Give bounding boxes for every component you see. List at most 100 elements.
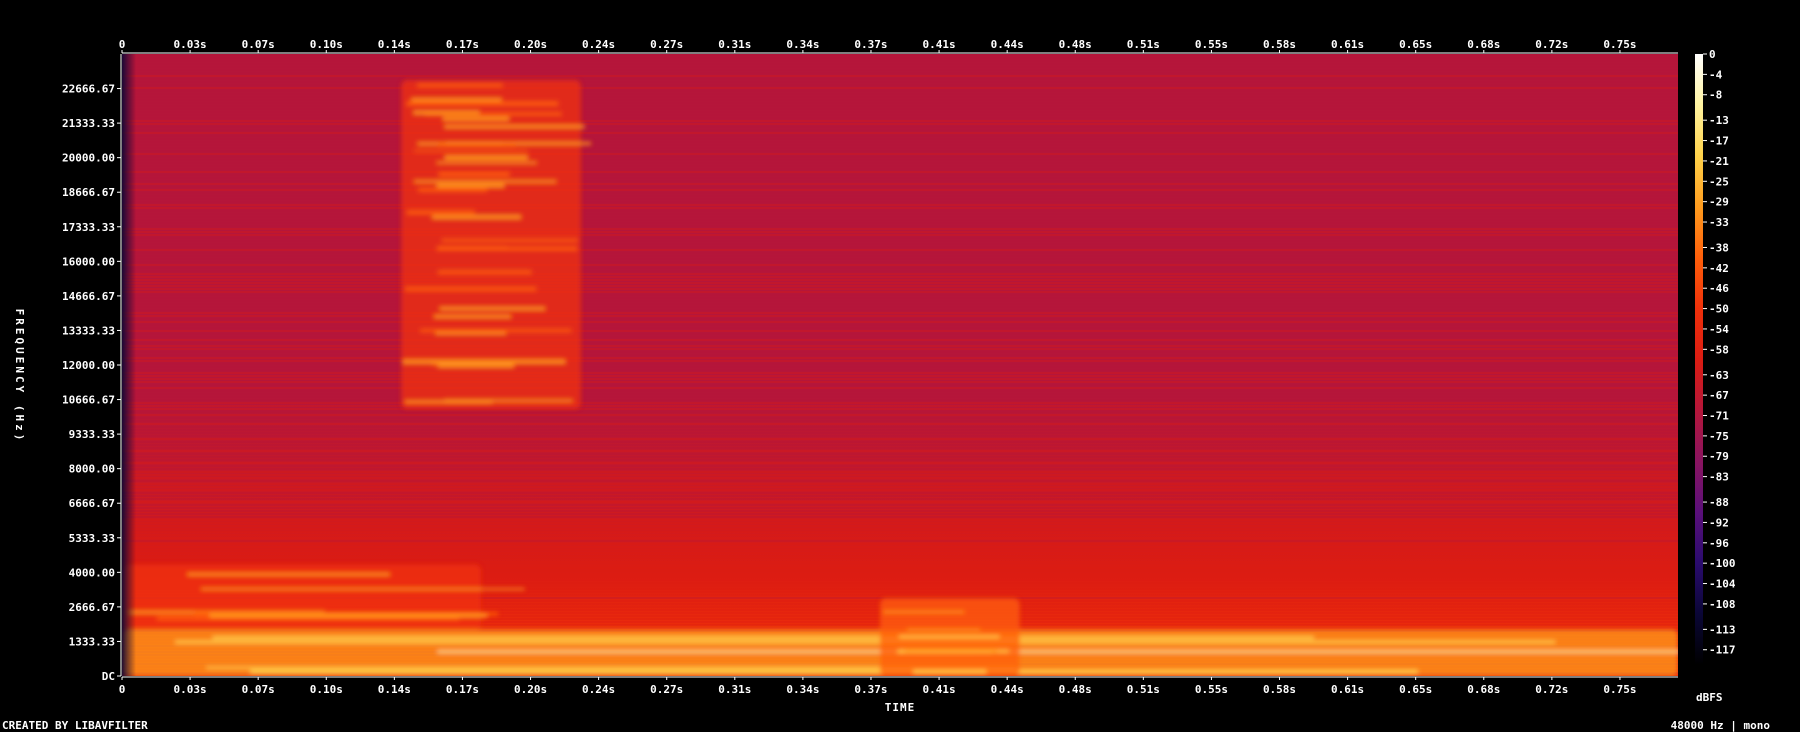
x-tick-label: 0.34s	[786, 38, 819, 51]
spectrogram-band	[122, 342, 1678, 344]
x-tick-label: 0.44s	[991, 683, 1024, 696]
spectrogram-band	[122, 81, 1678, 83]
y-tick-label: 21333.33	[62, 117, 115, 130]
x-tick-label: 0.75s	[1603, 38, 1636, 51]
x-tick-label: 0.55s	[1195, 38, 1228, 51]
spectrogram-band	[122, 321, 1678, 323]
x-axis-label: TIME	[885, 701, 916, 714]
spectrogram-harmonic	[175, 640, 1556, 644]
y-tick-label: 16000.00	[62, 255, 115, 268]
spectrogram-band	[122, 75, 1678, 77]
x-tick-label: 0.27s	[650, 38, 683, 51]
spectrogram-band	[122, 282, 1678, 284]
colorbar-tick-label: -4	[1709, 68, 1723, 81]
spectrogram-chart: 0 0.03s 0.07s 0.10s 0.14s 0.17s 0.20s 0.24s 0.27…	[2, 38, 1770, 732]
spectrogram-harmonic	[442, 116, 510, 121]
spectrogram-band	[122, 306, 1678, 308]
spectrogram-band	[122, 384, 1678, 386]
spectrogram-band	[122, 93, 1678, 95]
spectrogram-band	[122, 165, 1678, 167]
spectrogram-band	[122, 387, 1678, 389]
spectrogram-harmonic	[436, 161, 537, 164]
spectrogram-harmonic	[913, 669, 987, 674]
y-tick-label: 13333.33	[62, 324, 115, 337]
spectrogram-band	[122, 168, 1678, 170]
spectrogram-band	[122, 204, 1678, 206]
colorbar-tick-label: -25	[1709, 175, 1729, 188]
spectrogram-band	[122, 234, 1678, 236]
y-tick-label: 12000.00	[62, 359, 115, 372]
spectrogram-band	[122, 186, 1678, 188]
spectrogram-band	[122, 270, 1678, 272]
spectrogram-band	[122, 549, 1678, 551]
spectrogram-band	[122, 219, 1678, 221]
spectrogram-band	[122, 468, 1678, 470]
y-tick-label: 18666.67	[62, 186, 115, 199]
spectrogram-band	[122, 201, 1678, 203]
spectrogram-band	[122, 147, 1678, 149]
spectrogram-band	[122, 369, 1678, 371]
spectrogram-harmonic	[418, 187, 488, 192]
spectrogram-band	[122, 84, 1678, 86]
spectrogram-band	[122, 288, 1678, 290]
x-tick-label: 0.03s	[174, 683, 207, 696]
spectrogram-band	[122, 375, 1678, 377]
spectrogram-band	[122, 249, 1678, 251]
spectrogram-band	[122, 438, 1678, 440]
spectrogram-band	[122, 294, 1678, 296]
spectrogram-band	[122, 153, 1678, 155]
spectrogram-harmonic	[209, 613, 488, 618]
spectrogram-band	[122, 54, 1678, 56]
spectrogram-harmonic	[436, 183, 505, 188]
x-tick-label: 0.51s	[1127, 683, 1160, 696]
colorbar-tick-label: -104	[1709, 578, 1736, 591]
spectrogram-band	[122, 108, 1678, 110]
spectrogram-band	[122, 558, 1678, 560]
spectrogram-band	[122, 474, 1678, 476]
x-tick-label: 0.48s	[1059, 683, 1092, 696]
x-tick-label: 0.65s	[1399, 38, 1432, 51]
x-tick-label: 0.58s	[1263, 38, 1296, 51]
y-tick-label: 17333.33	[62, 221, 115, 234]
spectrogram-harmonic	[444, 124, 585, 129]
spectrogram-band	[122, 516, 1678, 518]
spectrogram-harmonic	[434, 314, 512, 319]
spectrogram-band	[122, 327, 1678, 329]
spectrogram-band	[122, 447, 1678, 449]
colorbar-tick-label: -17	[1709, 135, 1729, 148]
y-tick-label: DC	[102, 670, 115, 683]
colorbar-tick-label: -113	[1709, 623, 1736, 636]
spectrogram-harmonic	[438, 246, 507, 249]
spectrogram-band	[122, 426, 1678, 428]
spectrogram-band	[122, 396, 1678, 398]
spectrogram-harmonic	[437, 650, 1678, 653]
spectrogram-band	[122, 111, 1678, 113]
spectrogram-band	[122, 129, 1678, 131]
spectrogram-band	[122, 420, 1678, 422]
spectrogram-band	[122, 252, 1678, 254]
colorbar-tick-label: -100	[1709, 557, 1736, 570]
x-tick-label: 0.58s	[1263, 683, 1296, 696]
spectrogram-harmonic	[444, 155, 528, 160]
spectrogram-band	[122, 471, 1678, 473]
x-tick-label: 0.65s	[1399, 683, 1432, 696]
spectrogram-band	[122, 531, 1678, 533]
x-tick-label: 0.72s	[1535, 38, 1568, 51]
spectrogram-harmonic	[420, 329, 572, 332]
spectrogram-band	[122, 432, 1678, 434]
colorbar-tick-label: -96	[1709, 537, 1729, 550]
x-tick-label: 0.61s	[1331, 683, 1364, 696]
spectrogram-band	[122, 537, 1678, 539]
colorbar-tick-label: -29	[1709, 196, 1729, 209]
spectrogram-band	[122, 309, 1678, 311]
spectrogram-band	[122, 453, 1678, 455]
spectrogram-band	[122, 444, 1678, 446]
spectrogram-band	[122, 459, 1678, 461]
x-tick-label: 0.37s	[854, 38, 887, 51]
spectrogram-band	[122, 333, 1678, 335]
spectrogram-band	[122, 546, 1678, 548]
spectrogram-band	[122, 330, 1678, 332]
spectrogram-harmonic	[439, 307, 546, 311]
colorbar-tick-label: -108	[1709, 598, 1736, 611]
spectrogram-band	[122, 207, 1678, 209]
